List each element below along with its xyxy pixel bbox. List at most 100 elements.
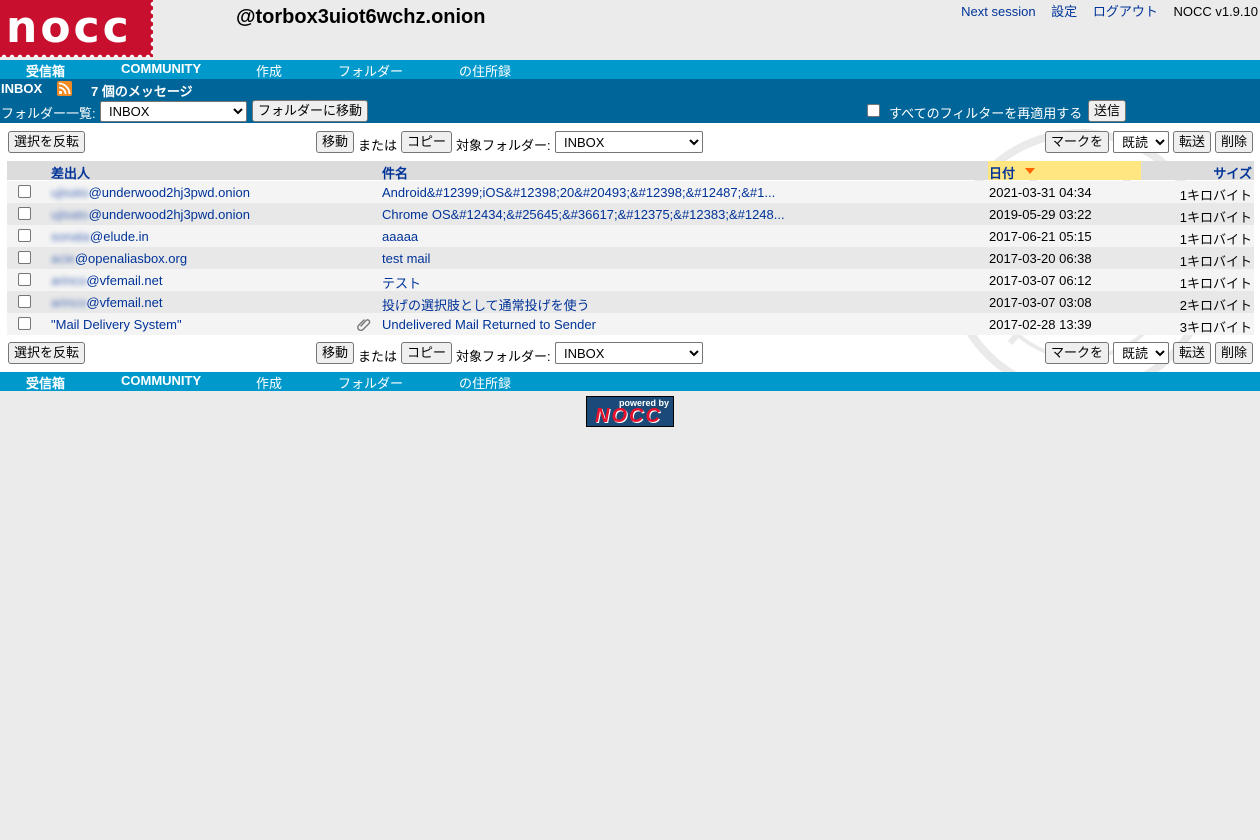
message-row[interactable]: "Mail Delivery System" Undelivered Mail … xyxy=(7,313,1254,335)
nav-folders[interactable]: フォルダー xyxy=(338,61,403,80)
nav-compose-bottom[interactable]: 作成 xyxy=(256,373,282,392)
message-size: 1キロバイト xyxy=(1179,232,1252,247)
target-folder-label: 対象フォルダー: xyxy=(456,138,551,153)
read-state-select-bottom[interactable]: 既読 xyxy=(1113,342,1169,364)
top-links: Next session 設定 ログアウト NOCC v1.9.10 xyxy=(961,1,1258,20)
message-size: 1キロバイト xyxy=(1179,254,1252,269)
message-row[interactable]: ujisato@underwood2hj3pwd.onion Android&#… xyxy=(7,181,1254,203)
date-column-header[interactable]: 日付 xyxy=(989,163,1015,182)
message-sender[interactable]: sonata@elude.in xyxy=(51,229,149,244)
nav-inbox[interactable]: 受信箱 xyxy=(26,61,65,80)
nav-compose[interactable]: 作成 xyxy=(256,61,282,80)
message-subject[interactable]: aaaaa xyxy=(382,229,418,244)
message-date: 2019-05-29 03:22 xyxy=(989,207,1092,222)
message-sender[interactable]: "Mail Delivery System" xyxy=(51,317,182,332)
message-checkbox[interactable] xyxy=(18,251,31,264)
sort-descending-icon xyxy=(1025,168,1035,174)
message-size: 1キロバイト xyxy=(1179,276,1252,291)
message-size: 1キロバイト xyxy=(1179,210,1252,225)
paperclip-icon xyxy=(357,317,371,332)
from-column-header[interactable]: 差出人 xyxy=(51,163,90,182)
message-subject[interactable]: test mail xyxy=(382,251,430,266)
message-checkbox[interactable] xyxy=(18,295,31,308)
message-row[interactable]: acie@openaliasbox.org test mail 2017-03-… xyxy=(7,247,1254,269)
message-date: 2017-03-20 06:38 xyxy=(989,251,1092,266)
nocc-logo: nocc xyxy=(0,0,153,57)
version-label: NOCC v1.9.10 xyxy=(1173,4,1258,19)
nav-community-bottom[interactable]: COMMUNITY xyxy=(121,373,201,388)
message-date: 2017-06-21 05:15 xyxy=(989,229,1092,244)
top-nav: 受信箱 COMMUNITY 作成 フォルダー の住所録 xyxy=(0,60,1260,79)
message-sender[interactable]: arinco@vfemail.net xyxy=(51,295,162,310)
bottom-nav: 受信箱 COMMUNITY 作成 フォルダー の住所録 xyxy=(0,372,1260,391)
settings-link[interactable]: 設定 xyxy=(1051,4,1077,19)
size-column-header[interactable]: サイズ xyxy=(1213,163,1252,182)
nav-community[interactable]: COMMUNITY xyxy=(121,61,201,76)
message-sender[interactable]: acie@openaliasbox.org xyxy=(51,251,187,266)
invert-selection-button-bottom[interactable]: 選択を反転 xyxy=(8,342,86,364)
or-label: または xyxy=(358,138,398,153)
copy-button-bottom[interactable]: コピー xyxy=(401,342,453,364)
mark-button-bottom[interactable]: マークを xyxy=(1045,342,1110,364)
message-checkbox[interactable] xyxy=(18,273,31,286)
message-date: 2017-03-07 03:08 xyxy=(989,295,1092,310)
message-checkbox[interactable] xyxy=(18,229,31,242)
message-row[interactable]: sonata@elude.in aaaaa 2017-06-21 05:15 1… xyxy=(7,225,1254,247)
account-address: @torbox3uiot6wchz.onion xyxy=(236,6,486,28)
message-subject[interactable]: Android&#12399;iOS&#12398;20&#20493;&#12… xyxy=(382,185,775,200)
message-row[interactable]: ujisato@underwood2hj3pwd.onion Chrome OS… xyxy=(7,203,1254,225)
message-date: 2017-03-07 06:12 xyxy=(989,273,1092,288)
reapply-filters-checkbox[interactable] xyxy=(867,104,880,117)
subject-column-header[interactable]: 件名 xyxy=(382,163,408,182)
header: nocc @torbox3uiot6wchz.onion Next sessio… xyxy=(0,0,1260,60)
nav-address-book-bottom[interactable]: の住所録 xyxy=(459,373,511,392)
message-count: 7 個のメッセージ xyxy=(91,84,193,99)
rss-feed-icon[interactable] xyxy=(57,81,72,96)
mark-button[interactable]: マークを xyxy=(1045,131,1110,153)
move-button-bottom[interactable]: 移動 xyxy=(316,342,355,364)
delete-button-bottom[interactable]: 削除 xyxy=(1215,342,1254,364)
target-folder-select[interactable]: INBOX xyxy=(555,131,703,153)
forward-button[interactable]: 転送 xyxy=(1173,131,1212,153)
message-sender[interactable]: ujisato@underwood2hj3pwd.onion xyxy=(51,207,250,222)
message-row[interactable]: arinco@vfemail.net 投げの選択肢として通常投げを使う 2017… xyxy=(7,291,1254,313)
logout-link[interactable]: ログアウト xyxy=(1093,4,1158,19)
reapply-filters-label: すべてのフィルターを再適用する xyxy=(889,106,1083,121)
message-subject[interactable]: Undelivered Mail Returned to Sender xyxy=(382,317,596,332)
target-folder-select-bottom[interactable]: INBOX xyxy=(555,342,703,364)
move-to-folder-button[interactable]: フォルダーに移動 xyxy=(252,100,369,122)
message-sender[interactable]: ujisato@underwood2hj3pwd.onion xyxy=(51,185,250,200)
powered-by-nocc-logo[interactable]: powered by NOCC xyxy=(586,396,674,427)
folder-list-label: フォルダー一覧: xyxy=(1,106,96,121)
send-button[interactable]: 送信 xyxy=(1088,100,1127,122)
message-row[interactable]: arinco@vfemail.net テスト 2017-03-07 06:12 … xyxy=(7,269,1254,291)
message-subject[interactable]: 投げの選択肢として通常投げを使う xyxy=(382,295,590,314)
message-size: 1キロバイト xyxy=(1179,188,1252,203)
folder-list-select[interactable]: INBOX xyxy=(100,101,247,122)
message-date: 2017-02-28 13:39 xyxy=(989,317,1092,332)
move-button[interactable]: 移動 xyxy=(316,131,355,153)
delete-button[interactable]: 削除 xyxy=(1215,131,1254,153)
or-label-bottom: または xyxy=(358,349,398,364)
message-subject[interactable]: Chrome OS&#12434;&#25645;&#36617;&#12375… xyxy=(382,207,785,222)
target-folder-label-bottom: 対象フォルダー: xyxy=(456,349,551,364)
folder-info-bar: INBOX 7 個のメッセージ フォルダー一覧: INBOX フォルダーに移動 … xyxy=(0,79,1260,123)
nav-address-book[interactable]: の住所録 xyxy=(459,61,511,80)
copy-button[interactable]: コピー xyxy=(401,131,453,153)
message-date: 2021-03-31 04:34 xyxy=(989,185,1092,200)
message-subject[interactable]: テスト xyxy=(382,273,421,292)
column-header: 差出人 件名 日付 サイズ xyxy=(7,161,1254,182)
folder-name: INBOX xyxy=(1,81,43,96)
message-checkbox[interactable] xyxy=(18,317,31,330)
message-sender[interactable]: arinco@vfemail.net xyxy=(51,273,162,288)
invert-selection-button[interactable]: 選択を反転 xyxy=(8,131,86,153)
message-list-area: 選択を反転 移動 または コピー 対象フォルダー: INBOX マークを 既読 … xyxy=(0,123,1260,372)
read-state-select[interactable]: 既読 xyxy=(1113,131,1169,153)
forward-button-bottom[interactable]: 転送 xyxy=(1173,342,1212,364)
next-session-link[interactable]: Next session xyxy=(961,4,1035,19)
message-checkbox[interactable] xyxy=(18,207,31,220)
nav-folders-bottom[interactable]: フォルダー xyxy=(338,373,403,392)
message-checkbox[interactable] xyxy=(18,185,31,198)
nav-inbox-bottom[interactable]: 受信箱 xyxy=(26,373,65,392)
message-size: 3キロバイト xyxy=(1179,320,1252,335)
